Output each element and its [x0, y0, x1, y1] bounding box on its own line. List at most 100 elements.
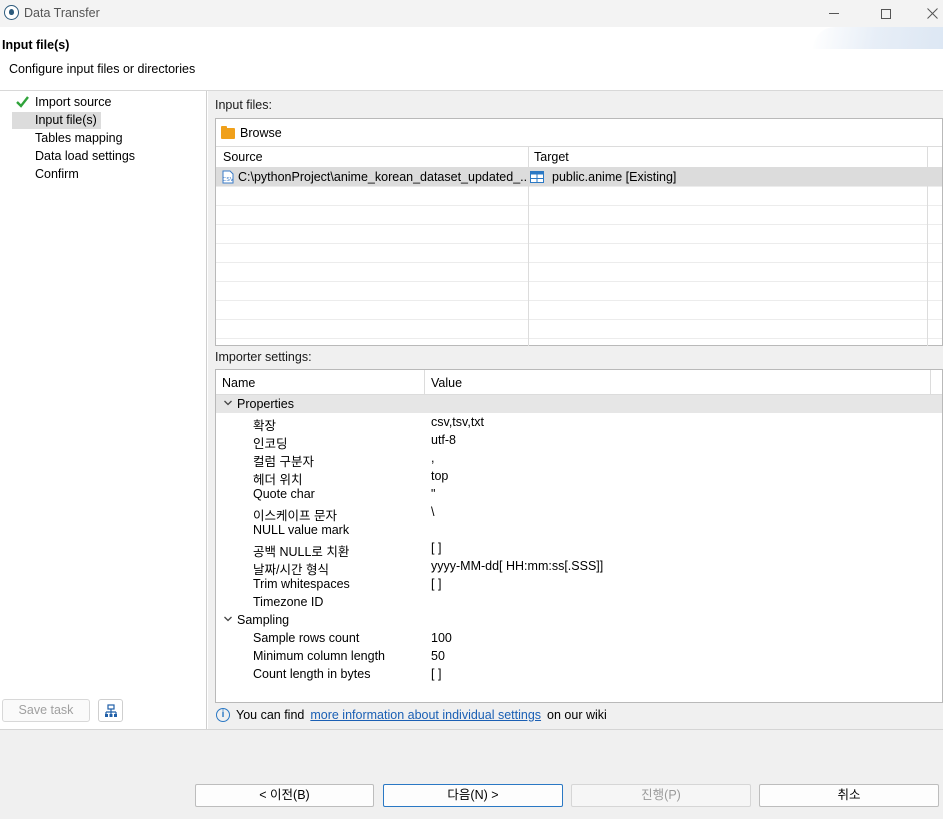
- folder-icon: [221, 125, 235, 139]
- info-prefix: You can find: [236, 708, 305, 722]
- setting-row[interactable]: 날짜/시간 형식 yyyy-MM-dd[ HH:mm:ss[.SSS]]: [216, 557, 942, 577]
- task-config-button[interactable]: [98, 699, 123, 722]
- setting-row[interactable]: 컬럼 구분자,: [216, 449, 942, 469]
- nav-item-confirm[interactable]: Confirm: [12, 166, 83, 183]
- csv-file-icon: CSV: [222, 170, 234, 184]
- setting-value[interactable]: 100: [431, 631, 452, 645]
- close-button[interactable]: [910, 0, 943, 27]
- nav-item-label: Data load settings: [35, 149, 136, 163]
- setting-row[interactable]: Trim whitespaces [ ]: [216, 575, 942, 593]
- button-bar: < 이전(B) 다음(N) > 진행(P) 취소: [0, 729, 943, 819]
- table-row-empty: [216, 244, 942, 263]
- cancel-button[interactable]: 취소: [759, 784, 939, 807]
- save-task-button[interactable]: Save task: [2, 699, 90, 722]
- info-suffix: on our wiki: [547, 708, 607, 722]
- importer-settings-panel: Name Value Properties 확장 csv,tsv,txt 인코딩 u…: [215, 369, 943, 703]
- setting-row[interactable]: NULL value mark: [216, 521, 942, 539]
- input-files-panel: Browse Source Target CSV C:\pythonProjec…: [215, 118, 943, 346]
- close-icon: [926, 8, 938, 19]
- setting-value[interactable]: \: [431, 505, 434, 519]
- setting-value[interactable]: [ ]: [431, 667, 441, 681]
- setting-value[interactable]: ": [431, 487, 435, 501]
- setting-name: Quote char: [253, 487, 315, 501]
- setting-row[interactable]: Quote char ": [216, 485, 942, 503]
- minimize-icon: [829, 13, 839, 14]
- nav-item-label: Input file(s): [35, 113, 97, 127]
- table-icon: [530, 171, 544, 183]
- setting-value[interactable]: utf-8: [431, 433, 456, 447]
- nav-item-label: Import source: [35, 95, 112, 109]
- setting-value[interactable]: [ ]: [431, 577, 441, 591]
- setting-row[interactable]: Timezone ID: [216, 593, 942, 611]
- setting-name: Trim whitespaces: [253, 577, 350, 591]
- group-row-properties[interactable]: Properties: [216, 395, 942, 413]
- proceed-button[interactable]: 진행(P): [571, 784, 751, 807]
- setting-value[interactable]: top: [431, 469, 448, 483]
- setting-row[interactable]: Sample rows count 100: [216, 629, 942, 647]
- setting-value[interactable]: ,: [431, 451, 434, 465]
- column-header-target[interactable]: Target: [534, 150, 569, 164]
- app-icon: [4, 5, 19, 20]
- nav-item-data-load-settings[interactable]: Data load settings: [12, 148, 139, 165]
- nav-item-tables-mapping[interactable]: Tables mapping: [12, 130, 127, 147]
- title-bar: Data Transfer: [0, 0, 943, 27]
- group-label: Sampling: [237, 613, 290, 627]
- setting-value[interactable]: [ ]: [431, 541, 441, 555]
- setting-row[interactable]: 공백 NULL로 치환[ ]: [216, 539, 942, 559]
- setting-row[interactable]: Count length in bytes [ ]: [216, 665, 942, 683]
- group-label: Properties: [237, 397, 294, 411]
- setting-name: Timezone ID: [253, 595, 324, 609]
- setting-row[interactable]: 확장 csv,tsv,txt: [216, 413, 942, 433]
- column-divider: [424, 370, 425, 395]
- wizard-steps-panel: Import source Input file(s) Tables mappi…: [0, 91, 207, 729]
- minimize-button[interactable]: [812, 0, 856, 27]
- setting-row[interactable]: 이스케이프 문자 \: [216, 503, 942, 523]
- maximize-icon: [881, 8, 891, 19]
- maximize-button[interactable]: [864, 0, 908, 27]
- nav-item-label: Confirm: [35, 167, 79, 181]
- tasks-icon: [104, 703, 117, 717]
- setting-value[interactable]: csv,tsv,txt: [431, 415, 484, 429]
- setting-row[interactable]: Minimum column length 50: [216, 647, 942, 665]
- nav-item-import-source[interactable]: Import source: [12, 94, 115, 111]
- target-cell[interactable]: public.anime [Existing]: [530, 170, 930, 184]
- next-button[interactable]: 다음(N) >: [383, 784, 563, 807]
- browse-button[interactable]: Browse: [221, 124, 282, 142]
- setting-value[interactable]: 50: [431, 649, 445, 663]
- table-row-empty: [216, 187, 942, 206]
- column-header-value[interactable]: Value: [431, 376, 462, 390]
- chevron-down-icon[interactable]: [223, 398, 233, 408]
- settings-info-link[interactable]: more information about individual settin…: [310, 708, 541, 722]
- setting-name: NULL value mark: [253, 523, 350, 537]
- target-table: public.anime [Existing]: [552, 170, 677, 184]
- info-line: i You can find more information about in…: [216, 708, 607, 722]
- table-row-empty: [216, 206, 942, 225]
- browse-label: Browse: [240, 126, 282, 140]
- back-button[interactable]: < 이전(B): [195, 784, 374, 807]
- table-row[interactable]: CSV C:\pythonProject\anime_korean_datase…: [216, 168, 942, 187]
- table-header: Source Target: [216, 146, 942, 168]
- setting-value[interactable]: yyyy-MM-dd[ HH:mm:ss[.SSS]]: [431, 559, 603, 573]
- column-divider: [927, 146, 928, 346]
- chevron-down-icon[interactable]: [223, 614, 233, 624]
- table-row-empty: [216, 225, 942, 244]
- check-icon: [16, 96, 29, 108]
- column-header-name[interactable]: Name: [222, 376, 255, 390]
- input-files-table: Source Target CSV C:\pythonProject\anime…: [216, 146, 942, 346]
- source-cell[interactable]: CSV C:\pythonProject\anime_korean_datase…: [221, 170, 527, 184]
- table-row-empty: [216, 320, 942, 339]
- column-header-source[interactable]: Source: [223, 150, 263, 164]
- page-title: Input file(s): [2, 38, 70, 52]
- importer-settings-label: Importer settings:: [215, 350, 312, 364]
- input-files-label: Input files:: [215, 98, 272, 112]
- table-row-empty: [216, 263, 942, 282]
- setting-name: Count length in bytes: [253, 667, 371, 681]
- group-row-sampling[interactable]: Sampling: [216, 611, 942, 629]
- column-divider: [930, 370, 931, 395]
- header-banner-graphic: [813, 27, 943, 49]
- source-path: C:\pythonProject\anime_korean_dataset_up…: [238, 170, 527, 184]
- setting-row[interactable]: 헤더 위치 top: [216, 467, 942, 487]
- setting-row[interactable]: 인코딩 utf-8: [216, 431, 942, 451]
- nav-item-input-files[interactable]: Input file(s): [12, 112, 101, 129]
- column-divider: [528, 146, 529, 346]
